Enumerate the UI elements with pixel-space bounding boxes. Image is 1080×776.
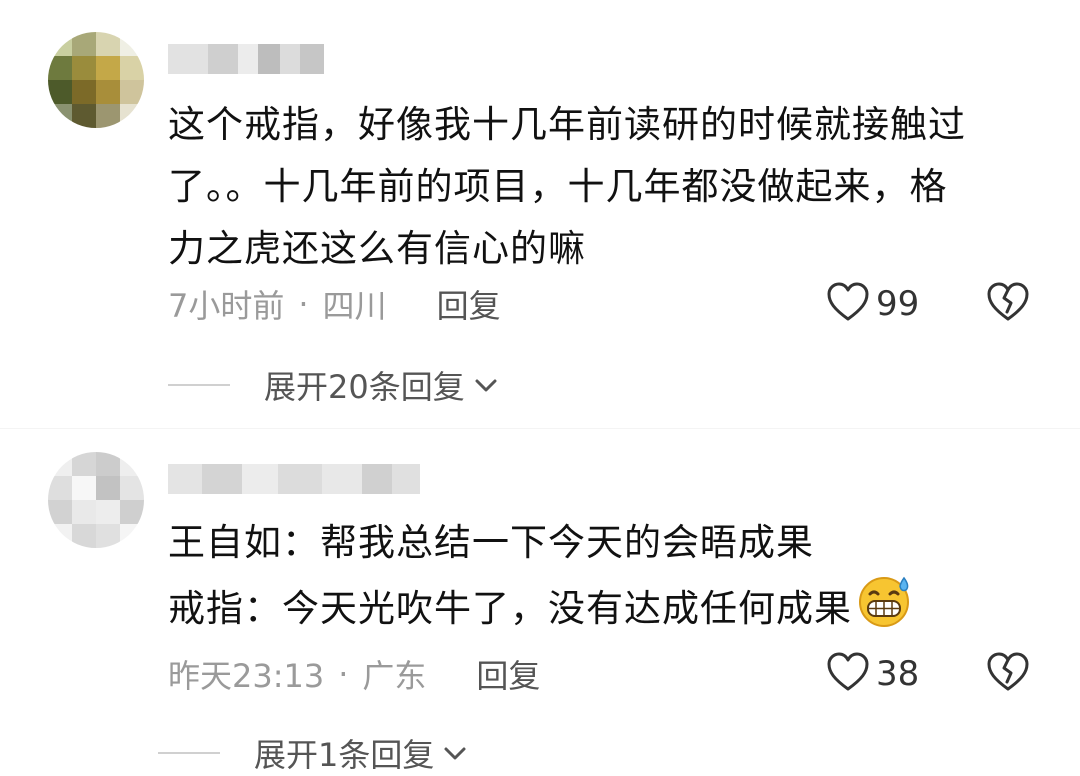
divider-dash [158, 752, 220, 754]
comment-line: 了。。十几年前的项目，十几年都没做起来，格 [168, 165, 948, 208]
expand-replies-button[interactable]: 展开20条回复 [168, 362, 499, 408]
comment-line: 力之虎还这么有信心的嘛 [168, 227, 586, 270]
grinning-sweat-emoji-icon [856, 574, 914, 647]
like-count: 38 [876, 654, 920, 694]
expand-replies-button[interactable]: 展开1条回复 [158, 730, 468, 776]
comment-line: 王自如：帮我总结一下今天的会晤成果 [168, 521, 814, 564]
comment-item: 王自如：帮我总结一下今天的会晤成果 戒指：今天光吹牛了，没有达成任何成果 昨天2… [0, 430, 1080, 774]
broken-heart-icon [986, 282, 1030, 326]
divider-dash [168, 384, 230, 386]
comment-line-text: 戒指：今天光吹牛了，没有达成任何成果 [168, 587, 852, 630]
reply-button[interactable]: 回复 [437, 281, 501, 327]
heart-icon [826, 282, 870, 326]
expand-replies-label: 展开1条回复 [254, 736, 435, 774]
comment-time: 昨天23:13 [168, 657, 325, 695]
heart-icon [826, 652, 870, 696]
comment-meta: 7小时前 · 四川 回复 [168, 280, 501, 328]
dislike-button[interactable] [986, 652, 1030, 696]
dislike-button[interactable] [986, 282, 1030, 326]
comment-line: 戒指：今天光吹牛了，没有达成任何成果 [168, 574, 1048, 647]
comment-time: 7小时前 [168, 287, 285, 325]
meta-separator: · [298, 285, 309, 323]
reply-button[interactable]: 回复 [476, 651, 540, 697]
avatar[interactable] [48, 32, 144, 128]
comment-location: 广东 [362, 657, 427, 695]
username-blurred[interactable] [168, 464, 420, 494]
comment-location: 四川 [322, 287, 387, 325]
username-blurred[interactable] [168, 44, 324, 74]
comment-actions: 38 [826, 650, 1030, 698]
comment-actions: 99 [826, 280, 1030, 328]
comment-line: 这个戒指，好像我十几年前读研的时候就接触过 [168, 103, 966, 146]
expand-replies-label: 展开20条回复 [264, 368, 465, 406]
comment-meta: 昨天23:13 · 广东 回复 [168, 650, 540, 698]
comment-text: 王自如：帮我总结一下今天的会晤成果 戒指：今天光吹牛了，没有达成任何成果 [168, 512, 1048, 647]
avatar[interactable] [48, 452, 144, 548]
chevron-down-icon [442, 743, 468, 763]
broken-heart-icon [986, 652, 1030, 696]
section-divider [0, 428, 1080, 429]
meta-separator: · [338, 655, 349, 693]
like-button[interactable]: 38 [826, 652, 936, 696]
comment-item: 这个戒指，好像我十几年前读研的时候就接触过 了。。十几年前的项目，十几年都没做起… [0, 0, 1080, 430]
chevron-down-icon [473, 375, 499, 395]
like-button[interactable]: 99 [826, 282, 936, 326]
comment-text: 这个戒指，好像我十几年前读研的时候就接触过 了。。十几年前的项目，十几年都没做起… [168, 94, 1048, 280]
like-count: 99 [876, 284, 920, 324]
